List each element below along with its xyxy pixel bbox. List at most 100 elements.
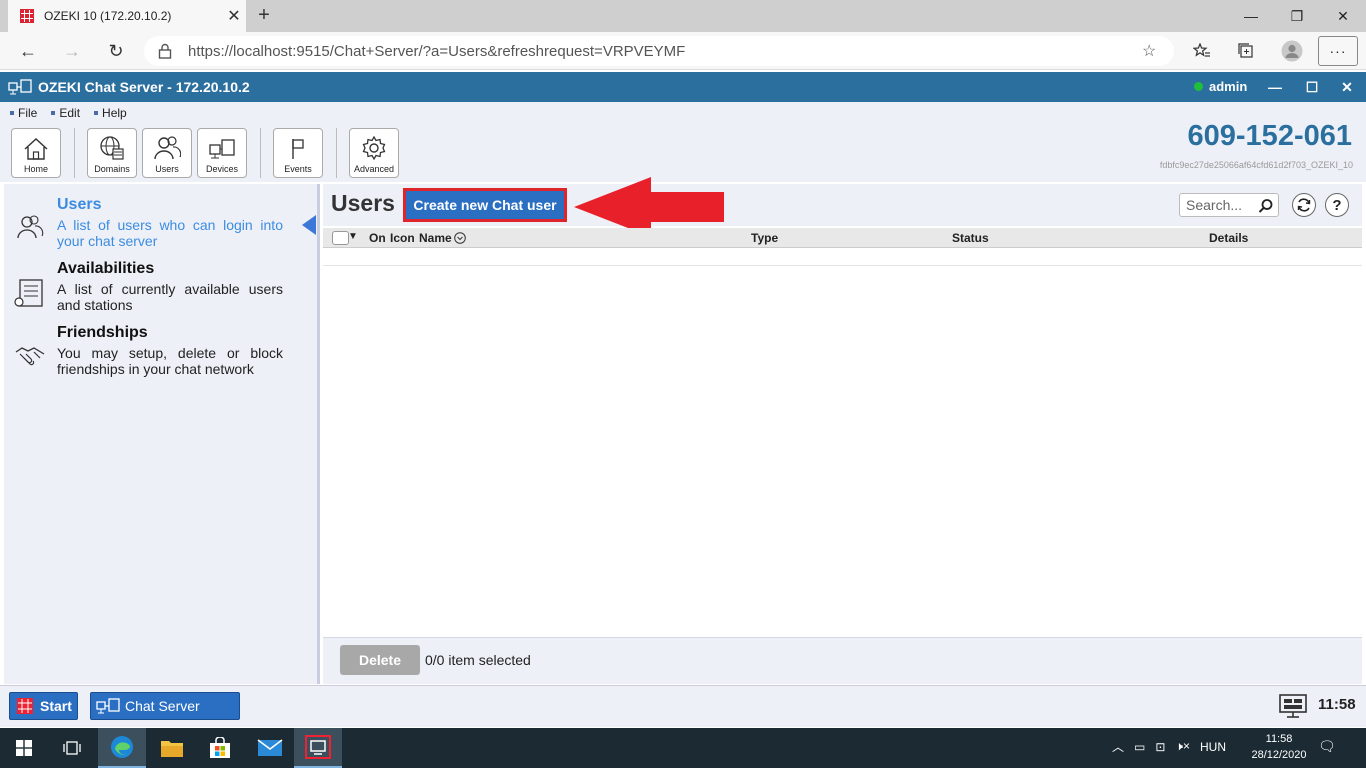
availability-list-icon (14, 279, 43, 307)
minimize-window-icon[interactable]: — (1228, 0, 1274, 32)
sidebar-item-title: Availabilities (57, 260, 155, 277)
sidebar-item-users[interactable]: Users A list of users who can login into… (14, 196, 304, 249)
serial-number: fdbfc9ec27de25066af64cfd61d2f703_OZEKI_1… (1159, 160, 1353, 170)
column-icon[interactable]: Icon (390, 231, 415, 245)
language-indicator[interactable]: HUN (1200, 740, 1226, 754)
volume-muted-icon[interactable]: 🕨× (1175, 739, 1190, 754)
gear-icon (362, 135, 386, 161)
windows-time: 11:58 (1265, 733, 1293, 745)
forward-icon[interactable]: → (58, 37, 86, 65)
devices-label: Devices (205, 164, 238, 174)
sidebar-item-description: A list of currently available users and … (57, 281, 283, 313)
system-tray: ︿ ▭ ⊡ 🕨× HUN (1112, 738, 1226, 755)
ozeki-logo-icon (20, 9, 34, 23)
app-title-bar: OZEKI Chat Server - 172.20.10.2 (0, 72, 1366, 102)
ozeki-task-icon[interactable] (294, 728, 342, 768)
app-clock: 11:58 (1318, 696, 1356, 713)
app-close-icon[interactable]: ✕ (1335, 75, 1359, 99)
delete-button[interactable]: Delete (340, 645, 420, 675)
edge-browser-icon[interactable] (98, 728, 146, 768)
domains-icon (100, 136, 124, 160)
file-explorer-icon[interactable] (148, 728, 196, 768)
start-button[interactable]: Start (9, 692, 78, 720)
devices-button[interactable]: Devices (197, 128, 247, 178)
advanced-button[interactable]: Advanced (349, 128, 399, 178)
home-button[interactable]: Home (11, 128, 61, 178)
new-tab-icon[interactable]: + (252, 4, 276, 28)
handshake-icon (15, 347, 45, 366)
sidebar-item-friendships[interactable]: Friendships You may setup, delete or blo… (14, 324, 304, 377)
profile-avatar-icon[interactable] (1278, 38, 1306, 64)
column-name[interactable]: Name (419, 231, 452, 245)
lock-icon (158, 43, 172, 59)
collections-icon[interactable] (1232, 38, 1260, 64)
home-label: Home (23, 164, 48, 174)
mail-icon[interactable] (246, 728, 294, 768)
page-title: Users (331, 190, 395, 216)
menu-file[interactable]: File (10, 106, 37, 120)
app-minimize-icon[interactable]: — (1263, 75, 1287, 99)
advanced-label: Advanced (353, 164, 395, 174)
toolbar-separator (260, 128, 261, 178)
toolbar-separator (336, 128, 337, 178)
toolbar-separator (74, 128, 75, 178)
domains-button[interactable]: Domains (87, 128, 137, 178)
browser-tab-title: OZEKI 10 (172.20.10.2) (44, 9, 172, 23)
search-icon[interactable] (1258, 198, 1274, 214)
search-placeholder: Search... (1186, 197, 1243, 213)
favorites-icon[interactable] (1188, 38, 1216, 64)
address-bar[interactable]: https://localhost:9515/Chat+Server/?a=Us… (144, 36, 1174, 66)
network-icon[interactable]: ⊡ (1155, 740, 1165, 754)
table-row-divider (323, 265, 1362, 266)
sidebar-item-description: A list of users who can login into your … (57, 217, 283, 249)
home-icon (24, 138, 48, 160)
column-details[interactable]: Details (1209, 231, 1248, 245)
refresh-button[interactable] (1292, 193, 1316, 217)
task-view-icon[interactable] (48, 728, 96, 768)
menu-edit[interactable]: Edit (51, 106, 80, 120)
start-label: Start (40, 698, 72, 714)
windows-start-icon[interactable] (0, 728, 48, 768)
favorite-star-icon[interactable]: ☆ (1142, 41, 1164, 61)
search-input[interactable]: Search... (1179, 193, 1279, 217)
browser-tab[interactable]: OZEKI 10 (172.20.10.2) ✕ (8, 0, 246, 32)
users-button[interactable]: Users (142, 128, 192, 178)
sidebar-item-availabilities[interactable]: Availabilities A list of currently avail… (14, 260, 304, 313)
more-options-icon[interactable]: ··· (1318, 36, 1358, 66)
chat-server-task-button[interactable]: Chat Server (90, 692, 240, 720)
column-type[interactable]: Type (751, 231, 778, 245)
users-icon (17, 215, 44, 239)
app-maximize-icon[interactable]: ☐ (1300, 75, 1324, 99)
sidebar-item-description: You may setup, delete or block friendshi… (57, 345, 283, 377)
app-title: OZEKI Chat Server - 172.20.10.2 (38, 79, 250, 95)
refresh-icon[interactable]: ↻ (102, 37, 130, 65)
battery-icon[interactable]: ▭ (1134, 740, 1145, 754)
windows-clock[interactable]: 11:58 28/12/2020 (1244, 731, 1314, 763)
domains-label: Domains (94, 164, 130, 174)
column-status[interactable]: Status (952, 231, 989, 245)
sort-chevron-icon[interactable] (454, 232, 466, 244)
chat-server-icon (8, 79, 32, 95)
create-chat-user-button[interactable]: Create new Chat user (403, 188, 567, 222)
back-icon[interactable]: ← (14, 37, 42, 65)
select-all-checkbox[interactable] (332, 231, 349, 245)
selection-info: 0/0 item selected (425, 652, 531, 668)
current-user[interactable]: admin (1194, 79, 1247, 94)
events-button[interactable]: Events (273, 128, 323, 178)
show-hidden-icons-icon[interactable]: ︿ (1112, 738, 1124, 755)
select-menu-chevron-icon[interactable]: ▼ (348, 231, 358, 242)
notifications-icon[interactable]: 🗨 (1318, 738, 1336, 755)
column-on[interactable]: On (369, 231, 386, 245)
monitor-icon[interactable] (1278, 693, 1308, 719)
close-window-icon[interactable]: ✕ (1320, 0, 1366, 32)
phone-number: 609-152-061 (1187, 120, 1352, 152)
help-button[interactable]: ? (1325, 193, 1349, 217)
restore-window-icon[interactable]: ❐ (1274, 0, 1320, 32)
left-panel (4, 184, 320, 684)
ozeki-logo-icon (17, 698, 33, 714)
menu-help[interactable]: Help (94, 106, 127, 120)
store-icon[interactable] (196, 728, 244, 768)
address-url: https://localhost:9515/Chat+Server/?a=Us… (188, 42, 686, 60)
devices-icon (209, 139, 235, 159)
close-tab-icon[interactable]: ✕ (222, 6, 246, 26)
